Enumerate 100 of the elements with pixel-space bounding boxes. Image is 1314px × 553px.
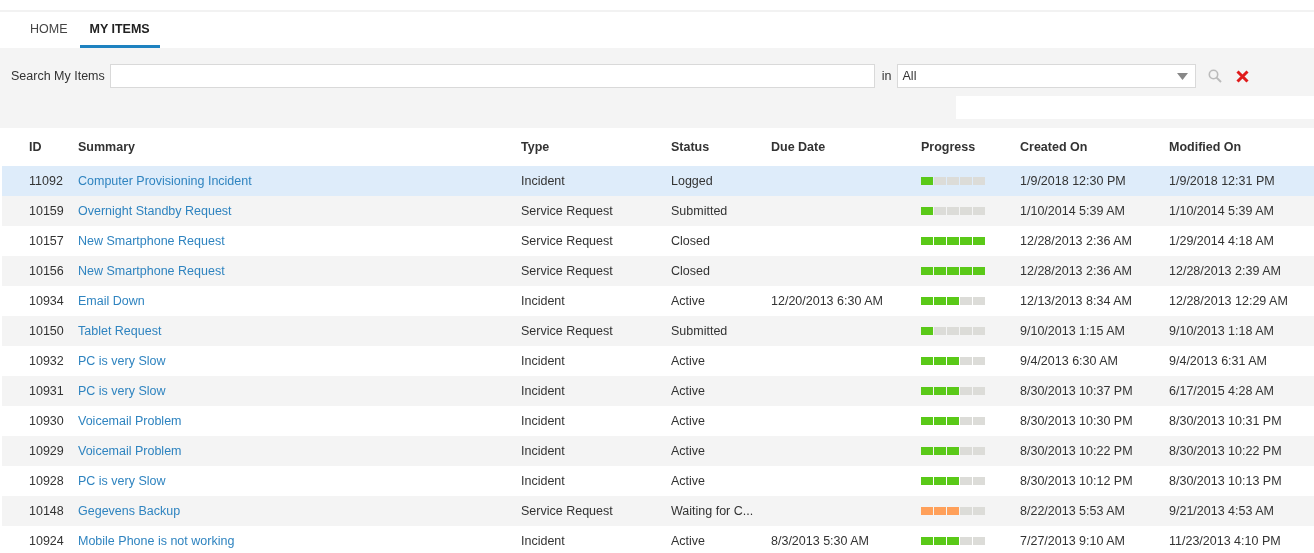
type-cell: Service Request xyxy=(521,264,613,278)
id-cell: 10159 xyxy=(29,204,64,218)
modified-cell: 9/4/2013 6:31 AM xyxy=(1169,354,1267,368)
clear-icon[interactable] xyxy=(1235,69,1249,83)
search-icon[interactable] xyxy=(1207,69,1222,83)
summary-link[interactable]: Voicemail Problem xyxy=(78,414,182,428)
created-cell: 7/27/2013 9:10 AM xyxy=(1020,534,1125,548)
due-date-cell: 12/20/2013 6:30 AM xyxy=(771,294,883,308)
id-cell: 10148 xyxy=(29,504,64,518)
created-cell: 12/28/2013 2:36 AM xyxy=(1020,234,1132,248)
column-header[interactable]: Summary xyxy=(78,140,135,154)
modified-cell: 1/10/2014 5:39 AM xyxy=(1169,204,1274,218)
id-cell: 10150 xyxy=(29,324,64,338)
status-cell: Active xyxy=(671,474,706,488)
type-cell: Service Request xyxy=(521,324,613,338)
status-cell: Active xyxy=(671,294,706,308)
scope-dropdown[interactable]: All xyxy=(896,64,1196,88)
table-row[interactable]: 10150 Tablet Request Service Request Submitted 9/10/2013 1:15 AM 9/10/2013 1:18 AM xyxy=(2,316,1314,346)
summary-link[interactable]: PC is very Slow xyxy=(78,384,166,398)
created-cell: 1/9/2018 12:30 PM xyxy=(1020,174,1126,188)
type-cell: Service Request xyxy=(521,504,613,518)
type-cell: Service Request xyxy=(521,234,613,248)
table-row[interactable]: 10924 Mobile Phone is not working Incident Active 8/3/2013 5:30 AM 7/27/2013 9:10 AM 11/23/2013 4:10 PM xyxy=(2,526,1314,553)
summary-link[interactable]: PC is very Slow xyxy=(78,354,166,368)
type-cell: Incident xyxy=(521,354,565,368)
progress-bar xyxy=(921,507,986,515)
created-cell: 9/10/2013 1:15 AM xyxy=(1020,324,1125,338)
created-cell: 9/4/2013 6:30 AM xyxy=(1020,354,1118,368)
column-header[interactable]: Type xyxy=(521,140,550,154)
tab[interactable]: HOME xyxy=(20,12,78,48)
progress-bar xyxy=(921,327,986,335)
column-header[interactable]: Modified On xyxy=(1169,140,1242,154)
column-header[interactable]: Created On xyxy=(1020,140,1088,154)
progress-bar xyxy=(921,177,986,185)
column-header[interactable]: Status xyxy=(671,140,710,154)
modified-cell: 1/9/2018 12:31 PM xyxy=(1169,174,1275,188)
progress-bar xyxy=(921,477,986,485)
table-row[interactable]: 10934 Email Down Incident Active 12/20/2013 6:30 AM 12/13/2013 8:34 AM 12/28/2013 12:29 AM xyxy=(2,286,1314,316)
table-row[interactable]: 10930 Voicemail Problem Incident Active 8/30/2013 10:30 PM 8/30/2013 10:31 PM xyxy=(2,406,1314,436)
created-cell: 1/10/2014 5:39 AM xyxy=(1020,204,1125,218)
type-cell: Incident xyxy=(521,414,565,428)
table-row[interactable]: 10929 Voicemail Problem Incident Active 8/30/2013 10:22 PM 8/30/2013 10:22 PM xyxy=(2,436,1314,466)
created-cell: 12/28/2013 2:36 AM xyxy=(1020,264,1132,278)
modified-cell: 8/30/2013 10:13 PM xyxy=(1169,474,1282,488)
search-field[interactable] xyxy=(109,64,875,88)
type-cell: Incident xyxy=(521,384,565,398)
table-row[interactable]: 10157 New Smartphone Request Service Request Closed 12/28/2013 2:36 AM 1/29/2014 4:18 AM xyxy=(2,226,1314,256)
status-cell: Active xyxy=(671,414,706,428)
type-cell: Incident xyxy=(521,474,565,488)
modified-cell: 12/28/2013 2:39 AM xyxy=(1169,264,1281,278)
status-cell: Submitted xyxy=(671,324,728,338)
type-cell: Incident xyxy=(521,534,565,548)
summary-link[interactable]: Overnight Standby Request xyxy=(78,204,232,218)
id-cell: 10157 xyxy=(29,234,64,248)
table-row[interactable]: 10928 PC is very Slow Incident Active 8/30/2013 10:12 PM 8/30/2013 10:13 PM xyxy=(2,466,1314,496)
status-cell: Active xyxy=(671,354,706,368)
column-header[interactable]: ID xyxy=(29,140,42,154)
summary-link[interactable]: PC is very Slow xyxy=(78,474,166,488)
id-cell: 10929 xyxy=(29,444,64,458)
created-cell: 8/22/2013 5:53 AM xyxy=(1020,504,1125,518)
summary-link[interactable]: Voicemail Problem xyxy=(78,444,182,458)
summary-link[interactable]: Gegevens Backup xyxy=(78,504,181,518)
created-cell: 8/30/2013 10:12 PM xyxy=(1020,474,1133,488)
id-cell: 10156 xyxy=(29,264,64,278)
id-cell: 11092 xyxy=(29,174,63,188)
in-label: in xyxy=(881,69,892,83)
table-row[interactable]: 10148 Gegevens Backup Service Request Waiting for C... 8/22/2013 5:53 AM 9/21/2013 4:53 AM xyxy=(2,496,1314,526)
status-cell: Active xyxy=(671,444,706,458)
table-row[interactable]: 10156 New Smartphone Request Service Request Closed 12/28/2013 2:36 AM 12/28/2013 2:39 AM xyxy=(2,256,1314,286)
modified-cell: 6/17/2015 4:28 AM xyxy=(1169,384,1274,398)
progress-bar xyxy=(921,537,986,545)
column-header[interactable]: Progress xyxy=(921,140,976,154)
search-label: Search My Items xyxy=(11,69,105,83)
progress-bar xyxy=(921,417,986,425)
table-row[interactable]: 10932 PC is very Slow Incident Active 9/4/2013 6:30 AM 9/4/2013 6:31 AM xyxy=(2,346,1314,376)
id-cell: 10924 xyxy=(29,534,64,548)
created-cell: 8/30/2013 10:22 PM xyxy=(1020,444,1133,458)
type-cell: Incident xyxy=(521,294,565,308)
due-date-cell: 8/3/2013 5:30 AM xyxy=(771,534,869,548)
summary-link[interactable]: Email Down xyxy=(78,294,145,308)
summary-link[interactable]: Tablet Request xyxy=(78,324,162,338)
caret-icon xyxy=(1176,72,1188,80)
table-row[interactable]: 10931 PC is very Slow Incident Active 8/30/2013 10:37 PM 6/17/2015 4:28 AM xyxy=(2,376,1314,406)
status-cell: Waiting for C... xyxy=(671,504,754,518)
status-cell: Closed xyxy=(671,264,710,278)
summary-link[interactable]: New Smartphone Request xyxy=(78,264,225,278)
modified-cell: 8/30/2013 10:31 PM xyxy=(1169,414,1282,428)
created-cell: 8/30/2013 10:37 PM xyxy=(1020,384,1133,398)
table-row[interactable]: 10159 Overnight Standby Request Service Request Submitted 1/10/2014 5:39 AM 1/10/2014 5:39 AM xyxy=(2,196,1314,226)
modified-cell: 8/30/2013 10:22 PM xyxy=(1169,444,1282,458)
id-cell: 10931 xyxy=(29,384,64,398)
progress-bar xyxy=(921,297,986,305)
progress-bar xyxy=(921,267,986,275)
summary-link[interactable]: New Smartphone Request xyxy=(78,234,225,248)
summary-link[interactable]: Computer Provisioning Incident xyxy=(78,174,252,188)
status-cell: Active xyxy=(671,534,706,548)
summary-link[interactable]: Mobile Phone is not working xyxy=(78,534,235,548)
progress-bar xyxy=(921,387,986,395)
id-cell: 10930 xyxy=(29,414,64,428)
column-header[interactable]: Due Date xyxy=(771,140,826,154)
